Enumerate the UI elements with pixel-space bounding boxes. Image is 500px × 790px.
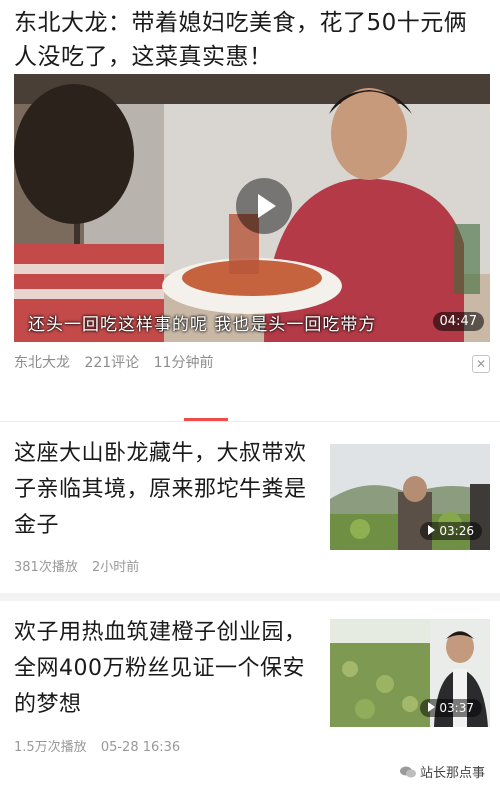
thumbnail-duration: 03:26 bbox=[420, 522, 482, 540]
play-icon bbox=[428, 525, 436, 535]
close-icon[interactable]: ✕ bbox=[472, 355, 490, 373]
comment-count: 221评论 bbox=[84, 355, 140, 371]
video-subtitle: 还头一回吃这样事的呢 我也是头一回吃带方 bbox=[28, 315, 377, 335]
play-count: 1.5万次播放 bbox=[14, 740, 87, 755]
thumbnail-duration: 03:37 bbox=[420, 699, 482, 717]
tab-indicator bbox=[184, 418, 228, 421]
section-divider bbox=[0, 421, 500, 422]
post-time: 11分钟前 bbox=[153, 355, 214, 371]
article-title[interactable]: 欢子用热血筑建橙子创业园，全网400万粉丝见证一个保安的梦想 bbox=[14, 615, 314, 723]
video-card[interactable]: 还头一回吃这样事的呢 我也是头一回吃带方 04:47 bbox=[14, 74, 490, 342]
feed-card-meta: 东北大龙 221评论 11分钟前 bbox=[14, 352, 223, 372]
duration-text: 03:26 bbox=[439, 524, 474, 538]
wechat-icon bbox=[400, 766, 416, 778]
duration-text: 03:37 bbox=[439, 701, 474, 715]
article-item[interactable]: 欢子用热血筑建橙子创业园，全网400万粉丝见证一个保安的梦想 1.5万次播放 0… bbox=[14, 615, 490, 765]
article-title[interactable]: 这座大山卧龙藏牛，大叔带欢子亲临其境，原来那坨牛粪是金子 bbox=[14, 436, 314, 544]
watermark: 站长那点事 bbox=[400, 762, 485, 781]
feed-card-title[interactable]: 东北大龙：带着媳妇吃美食，花了50十元俩人没吃了，这菜真实惠！ bbox=[14, 6, 490, 74]
article-thumbnail[interactable]: 03:26 bbox=[330, 444, 490, 550]
article-item[interactable]: 这座大山卧龙藏牛，大叔带欢子亲临其境，原来那坨牛粪是金子 381次播放 2小时前… bbox=[14, 436, 490, 596]
watermark-text: 站长那点事 bbox=[420, 766, 486, 781]
section-divider bbox=[0, 593, 500, 601]
article-time: 05-28 16:36 bbox=[100, 740, 181, 755]
article-time: 2小时前 bbox=[91, 560, 140, 575]
article-meta: 1.5万次播放 05-28 16:36 bbox=[14, 736, 190, 755]
play-count: 381次播放 bbox=[14, 560, 78, 575]
article-thumbnail[interactable]: 03:37 bbox=[330, 619, 490, 727]
article-meta: 381次播放 2小时前 bbox=[14, 556, 149, 575]
video-duration: 04:47 bbox=[432, 312, 484, 331]
source-name[interactable]: 东北大龙 bbox=[14, 355, 70, 371]
play-icon bbox=[428, 702, 436, 712]
play-icon[interactable] bbox=[236, 178, 292, 234]
